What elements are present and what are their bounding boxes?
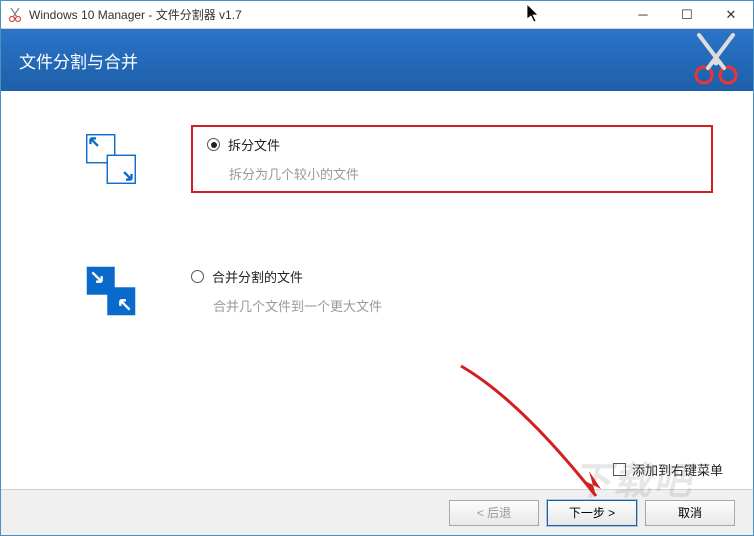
option-split-body[interactable]: 拆分文件 拆分为几个较小的文件 <box>191 125 713 193</box>
radio-merge[interactable] <box>191 270 204 283</box>
context-menu-checkbox-label: 添加到右键菜单 <box>632 460 723 479</box>
banner: 文件分割与合并 <box>1 29 753 91</box>
cancel-button[interactable]: 取消 <box>645 500 735 526</box>
app-icon <box>7 7 23 23</box>
option-merge: 合并分割的文件 合并几个文件到一个更大文件 <box>41 263 713 319</box>
scissors-icon <box>689 33 743 87</box>
minimize-button[interactable]: ─ <box>621 1 665 29</box>
context-menu-checkbox[interactable] <box>613 463 626 476</box>
radio-merge-label: 合并分割的文件 <box>212 267 303 286</box>
maximize-button[interactable]: ☐ <box>665 1 709 29</box>
content-area: 拆分文件 拆分为几个较小的文件 合并分割的文件 合并几个文件到一个更大文件 添加… <box>1 91 753 489</box>
merge-icon <box>71 263 151 319</box>
title-text: Windows 10 Manager - 文件分割器 v1.7 <box>29 6 242 23</box>
context-menu-checkbox-row[interactable]: 添加到右键菜单 <box>613 460 723 479</box>
radio-merge-line[interactable]: 合并分割的文件 <box>191 267 713 286</box>
banner-title: 文件分割与合并 <box>19 48 138 73</box>
window-controls: ─ ☐ ✕ <box>621 1 753 29</box>
close-button[interactable]: ✕ <box>709 1 753 29</box>
option-merge-desc: 合并几个文件到一个更大文件 <box>213 296 713 315</box>
titlebar: Windows 10 Manager - 文件分割器 v1.7 ─ ☐ ✕ <box>1 1 753 29</box>
option-merge-body[interactable]: 合并分割的文件 合并几个文件到一个更大文件 <box>191 263 713 315</box>
radio-split-label: 拆分文件 <box>228 135 280 154</box>
next-button[interactable]: 下一步 > <box>547 500 637 526</box>
radio-split-line[interactable]: 拆分文件 <box>207 135 697 154</box>
option-split: 拆分文件 拆分为几个较小的文件 <box>41 131 713 193</box>
option-split-desc: 拆分为几个较小的文件 <box>229 164 697 183</box>
footer: < 后退 下一步 > 取消 <box>1 489 753 535</box>
radio-split[interactable] <box>207 138 220 151</box>
back-button: < 后退 <box>449 500 539 526</box>
split-icon <box>71 131 151 187</box>
